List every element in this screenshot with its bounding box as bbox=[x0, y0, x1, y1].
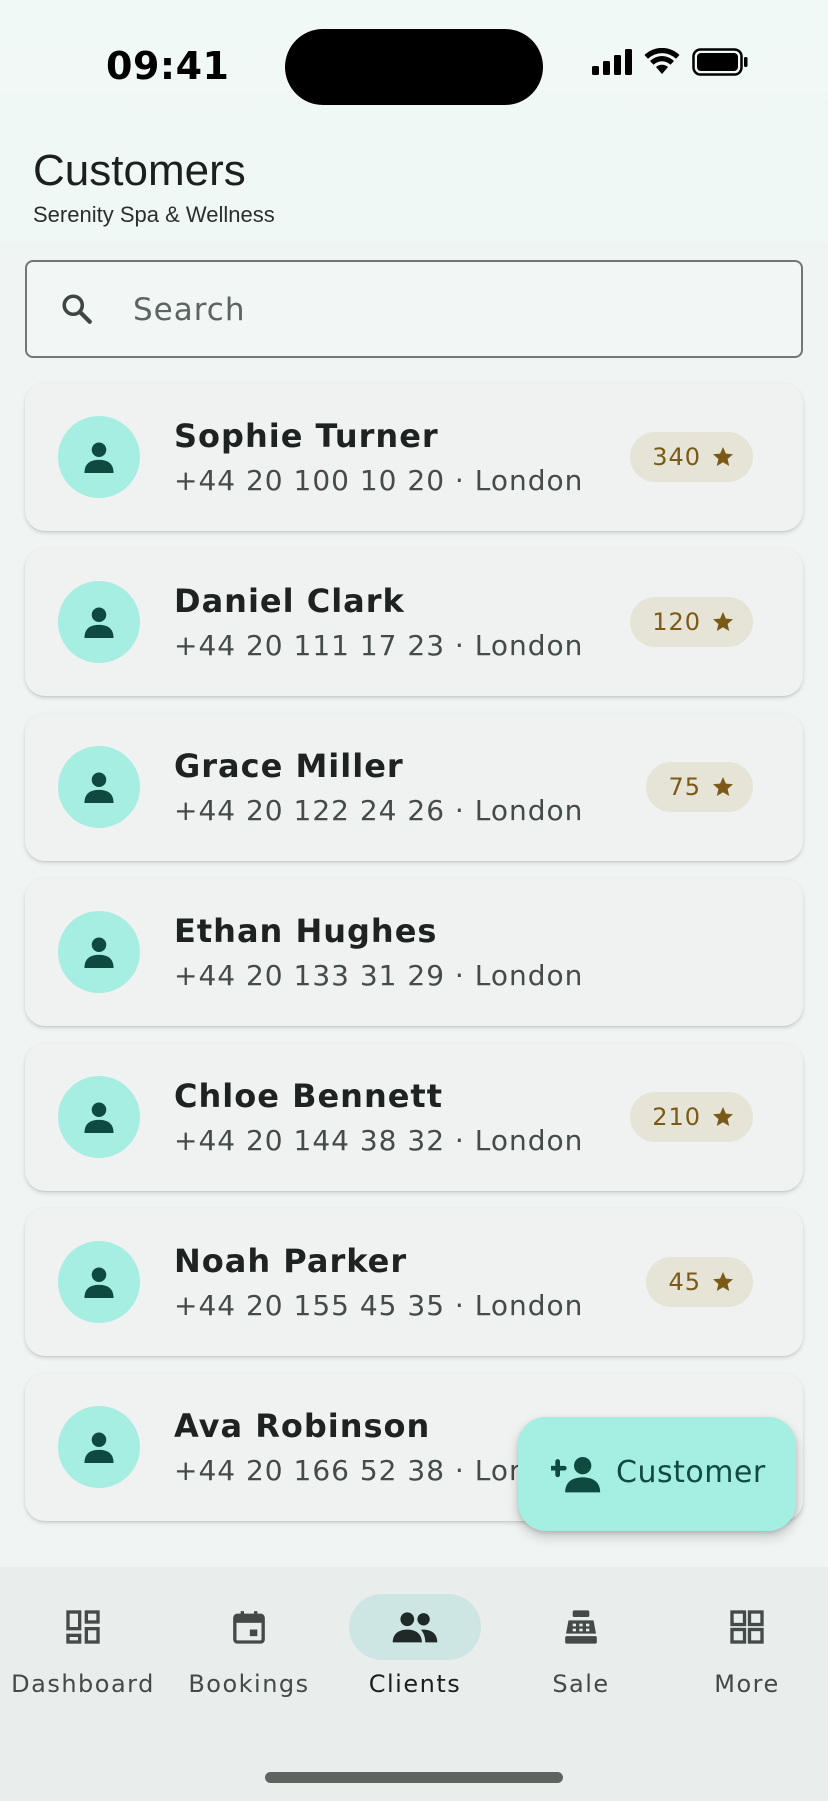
bottom-navigation: Dashboard Bookings Clients Sale More bbox=[0, 1567, 828, 1801]
nav-icon-container bbox=[183, 1594, 315, 1660]
page-header: Customers Serenity Spa & Wellness bbox=[0, 130, 828, 242]
nav-icon-container bbox=[681, 1594, 813, 1660]
search-icon bbox=[62, 294, 92, 324]
avatar bbox=[58, 1406, 140, 1488]
person-icon bbox=[84, 442, 114, 473]
loyalty-points-badge: 210 bbox=[630, 1092, 753, 1142]
nav-icon-container bbox=[515, 1594, 647, 1660]
nav-item-sale[interactable]: Sale bbox=[498, 1567, 664, 1707]
person-icon bbox=[84, 937, 114, 968]
nav-icon-container bbox=[17, 1594, 149, 1660]
calendar-icon bbox=[233, 1611, 265, 1644]
nav-item-clients[interactable]: Clients bbox=[332, 1567, 498, 1707]
people-icon bbox=[392, 1612, 438, 1643]
star-icon bbox=[713, 612, 733, 631]
star-icon bbox=[713, 1107, 733, 1126]
business-name: Serenity Spa & Wellness bbox=[33, 202, 275, 227]
avatar bbox=[58, 416, 140, 498]
client-card[interactable]: Ethan Hughes +44 20 133 31 29 · London bbox=[25, 878, 803, 1026]
client-name: Ethan Hughes bbox=[174, 912, 438, 950]
nav-label-dashboard: Dashboard bbox=[11, 1670, 155, 1698]
client-name: Sophie Turner bbox=[174, 417, 439, 455]
client-name: Noah Parker bbox=[174, 1242, 408, 1280]
person-add-icon bbox=[551, 1457, 601, 1493]
page-title: Customers bbox=[33, 146, 246, 195]
status-icons bbox=[592, 48, 748, 76]
cash-register-icon bbox=[565, 1610, 597, 1644]
client-name: Daniel Clark bbox=[174, 582, 405, 620]
avatar bbox=[58, 911, 140, 993]
avatar bbox=[58, 581, 140, 663]
nav-label-more: More bbox=[714, 1670, 780, 1698]
client-phone-location: +44 20 122 24 26 · London bbox=[174, 794, 584, 827]
client-name: Grace Miller bbox=[174, 747, 404, 785]
battery-icon bbox=[692, 48, 748, 76]
add-customer-button[interactable]: Customer bbox=[518, 1417, 796, 1531]
loyalty-points-value: 75 bbox=[668, 773, 701, 801]
client-phone-location: +44 20 155 45 35 · London bbox=[174, 1289, 584, 1322]
star-icon bbox=[713, 1272, 733, 1291]
loyalty-points-badge: 340 bbox=[630, 432, 753, 482]
avatar bbox=[58, 1076, 140, 1158]
customers-screen: 09:41 Customers Serenity Spa & Wellness … bbox=[0, 0, 828, 1801]
loyalty-points-badge: 45 bbox=[646, 1257, 753, 1307]
nav-item-bookings[interactable]: Bookings bbox=[166, 1567, 332, 1707]
add-customer-label: Customer bbox=[616, 1455, 766, 1490]
client-card[interactable]: Noah Parker +44 20 155 45 35 · London 45 bbox=[25, 1208, 803, 1356]
client-name: Ava Robinson bbox=[174, 1407, 431, 1445]
person-icon bbox=[84, 607, 114, 638]
avatar bbox=[58, 746, 140, 828]
star-icon bbox=[713, 777, 733, 796]
client-card[interactable]: Sophie Turner +44 20 100 10 20 · London 34… bbox=[25, 383, 803, 531]
search-input[interactable] bbox=[133, 280, 773, 340]
status-bar: 09:41 bbox=[0, 0, 828, 130]
person-icon bbox=[84, 1267, 114, 1298]
client-phone-location: +44 20 144 38 32 · London bbox=[174, 1124, 584, 1157]
loyalty-points-badge: 120 bbox=[630, 597, 753, 647]
nav-icon-container bbox=[349, 1594, 481, 1660]
wifi-icon bbox=[644, 48, 680, 74]
person-icon bbox=[84, 772, 114, 803]
person-icon bbox=[84, 1432, 114, 1463]
client-card[interactable]: Daniel Clark +44 20 111 17 23 · London 120 bbox=[25, 548, 803, 696]
nav-label-bookings: Bookings bbox=[188, 1670, 310, 1698]
nav-item-dashboard[interactable]: Dashboard bbox=[0, 1567, 166, 1707]
loyalty-points-value: 120 bbox=[652, 608, 701, 636]
client-card[interactable]: Chloe Bennett +44 20 144 38 32 · London 21… bbox=[25, 1043, 803, 1191]
dynamic-island bbox=[285, 29, 543, 105]
avatar bbox=[58, 1241, 140, 1323]
loyalty-points-value: 210 bbox=[652, 1103, 701, 1131]
loyalty-points-value: 45 bbox=[668, 1268, 701, 1296]
client-phone-location: +44 20 100 10 20 · London bbox=[174, 464, 584, 497]
person-icon bbox=[84, 1102, 114, 1133]
client-phone-location: +44 20 133 31 29 · London bbox=[174, 959, 584, 992]
nav-label-sale: Sale bbox=[552, 1670, 610, 1698]
nav-item-more[interactable]: More bbox=[664, 1567, 828, 1707]
dashboard-icon bbox=[66, 1610, 100, 1644]
client-phone-location: +44 20 111 17 23 · London bbox=[174, 629, 584, 662]
star-icon bbox=[713, 447, 733, 466]
client-name: Chloe Bennett bbox=[174, 1077, 444, 1115]
loyalty-points-value: 340 bbox=[652, 443, 701, 471]
cellular-signal-icon bbox=[592, 49, 632, 75]
client-card[interactable]: Grace Miller +44 20 122 24 26 · London 75 bbox=[25, 713, 803, 861]
search-field[interactable] bbox=[25, 260, 803, 358]
nav-label-clients: Clients bbox=[368, 1670, 462, 1698]
grid-icon bbox=[730, 1610, 764, 1644]
loyalty-points-badge: 75 bbox=[646, 762, 753, 812]
status-time: 09:41 bbox=[106, 44, 230, 88]
home-indicator bbox=[265, 1772, 563, 1783]
